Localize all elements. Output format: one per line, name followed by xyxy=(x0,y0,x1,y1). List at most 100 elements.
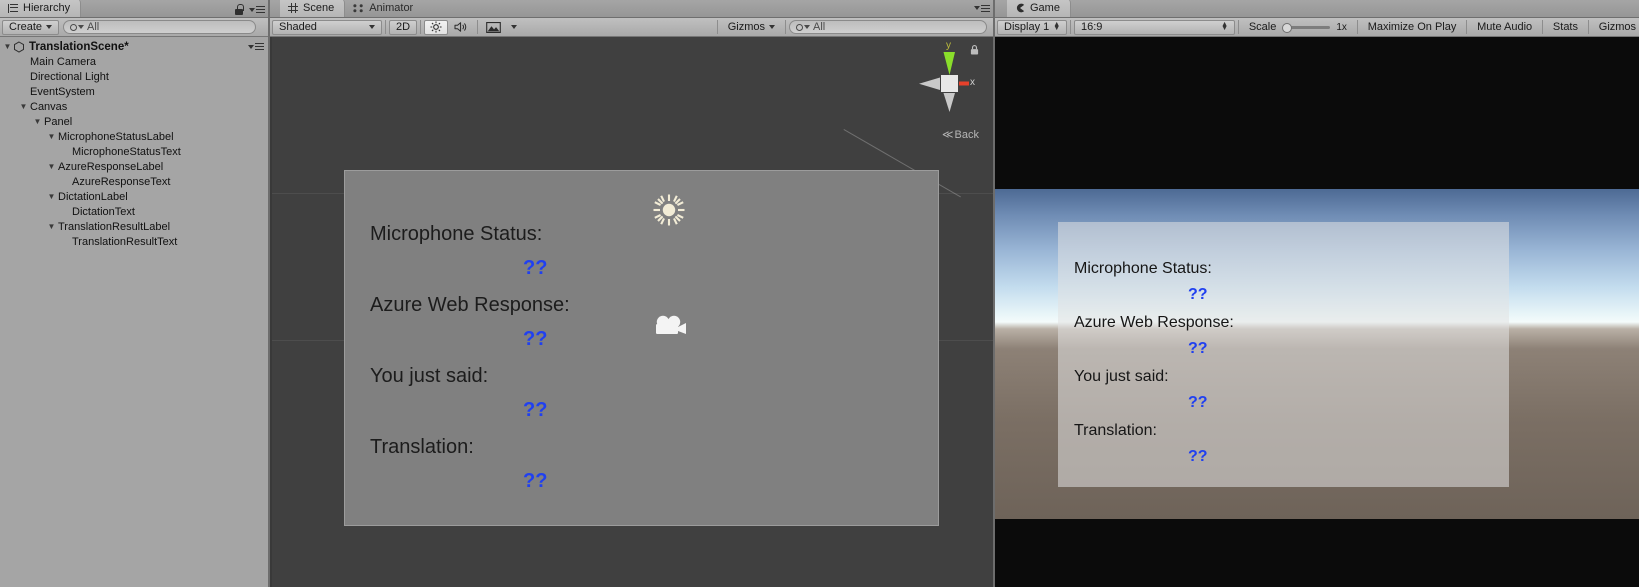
hierarchy-item-azureresponselabel[interactable]: ▼ AzureResponseLabel xyxy=(0,159,270,174)
chevron-down-icon xyxy=(769,25,775,29)
mute-audio-label: Mute Audio xyxy=(1477,21,1533,33)
stats-button[interactable]: Stats xyxy=(1546,20,1585,35)
scene-panel-row-value: ?? xyxy=(523,399,548,421)
hamburger-menu-icon[interactable] xyxy=(249,6,265,13)
directional-light-sun-icon[interactable] xyxy=(652,193,686,227)
scene-view-axis-gizmo[interactable]: y x ≪ Back xyxy=(907,40,983,141)
hierarchy-item-label: DictationLabel xyxy=(58,190,128,203)
hierarchy-item-label: Canvas xyxy=(30,100,68,113)
hierarchy-toolbar: Create All xyxy=(0,18,270,37)
aspect-label: 16:9 xyxy=(1080,21,1103,33)
chevron-down-icon[interactable]: ▼ xyxy=(32,117,43,126)
scene-panel-row-label: Translation: xyxy=(370,436,474,458)
tab-hierarchy[interactable]: Hierarchy xyxy=(0,0,82,17)
game-panel-row-value: ?? xyxy=(1188,286,1208,303)
scene-context-menu-icon[interactable] xyxy=(248,43,270,50)
image-effects-button[interactable] xyxy=(481,20,506,35)
game-gizmos-label: Gizmos xyxy=(1598,21,1637,33)
create-button-label: Create xyxy=(9,21,43,33)
mute-audio-button[interactable]: Mute Audio xyxy=(1470,20,1539,35)
stats-label: Stats xyxy=(1552,21,1578,33)
hierarchy-item-translationresulttext[interactable]: TranslationResultText xyxy=(0,234,270,249)
search-filter-chevron-icon xyxy=(804,25,810,29)
scene-panel-row-value: ?? xyxy=(523,328,548,350)
aspect-dropdown[interactable]: 16:9 ▲ ▼ xyxy=(1073,19,1236,35)
gizmo-view-label[interactable]: ≪ Back xyxy=(942,128,979,141)
hierarchy-item-canvas[interactable]: ▼ Canvas xyxy=(0,99,270,114)
search-filter-chevron-icon xyxy=(78,25,85,29)
game-panel-row-value: ?? xyxy=(1188,448,1208,465)
scene-panel-row-value: ?? xyxy=(523,257,548,279)
chevron-down-icon[interactable]: ▼ xyxy=(46,222,57,231)
game-panel-row-value: ?? xyxy=(1188,394,1208,411)
scene-search-input[interactable]: All xyxy=(789,20,987,34)
tab-hierarchy-label: Hierarchy xyxy=(23,2,71,14)
hierarchy-item-directional-light[interactable]: Directional Light xyxy=(0,69,270,84)
speaker-audio-icon xyxy=(454,21,468,33)
game-pacman-icon xyxy=(1015,3,1025,13)
game-panel-row-label: Microphone Status: xyxy=(1074,260,1212,277)
hierarchy-item-azureresponsetext[interactable]: AzureResponseText xyxy=(0,174,270,189)
search-icon xyxy=(796,23,803,31)
hierarchy-item-dictationlabel[interactable]: ▼ DictationLabel xyxy=(0,189,270,204)
tab-animator-label: Animator xyxy=(369,2,414,14)
chevron-down-icon[interactable]: ▼ xyxy=(18,102,29,111)
display-dropdown[interactable]: Display 1 ▲ ▼ xyxy=(997,19,1068,35)
hamburger-menu-icon[interactable] xyxy=(974,4,990,12)
toggle-lighting-button[interactable] xyxy=(424,19,449,35)
gizmo-view-name: Back xyxy=(954,129,979,141)
game-viewport[interactable]: Microphone Status:?? Azure Web Response:?… xyxy=(995,37,1639,587)
hierarchy-item-panel[interactable]: ▼ Panel xyxy=(0,114,270,129)
gizmo-x-label: x xyxy=(970,77,975,88)
create-button[interactable]: Create xyxy=(2,19,60,35)
chevron-down-icon[interactable]: ▼ xyxy=(46,162,57,171)
hierarchy-item-eventsystem[interactable]: EventSystem xyxy=(0,84,270,99)
tab-scene[interactable]: Scene xyxy=(280,0,346,17)
hierarchy-item-label: DictationText xyxy=(72,205,135,218)
toggle-2d-label: 2D xyxy=(396,21,411,33)
tab-scene-label: Scene xyxy=(303,2,335,14)
tab-game[interactable]: Game xyxy=(1007,0,1071,17)
hierarchy-item-label: TranslationResultText xyxy=(72,235,178,248)
shading-mode-dropdown[interactable]: Shaded xyxy=(272,19,382,35)
chevron-down-icon[interactable]: ▼ xyxy=(46,132,57,141)
scene-canvas-panel[interactable]: Microphone Status:?? Azure Web Response:?… xyxy=(344,170,939,526)
hierarchy-item-microphonestatuslabel[interactable]: ▼ MicrophoneStatusLabel xyxy=(0,129,270,144)
tab-animator[interactable]: Animator xyxy=(345,0,423,17)
lock-icon[interactable] xyxy=(234,4,244,15)
scale-slider[interactable]: Scale 1x xyxy=(1242,20,1354,35)
toggle-2d-button[interactable]: 2D xyxy=(389,19,418,35)
chevron-down-icon xyxy=(369,25,375,29)
toggle-audio-button[interactable] xyxy=(448,20,474,35)
gizmos-dropdown[interactable]: Gizmos xyxy=(721,20,782,35)
hierarchy-item-label: Directional Light xyxy=(30,70,109,83)
hierarchy-search-input[interactable]: All xyxy=(63,20,256,34)
image-effects-dropdown[interactable] xyxy=(506,20,522,35)
maximize-on-play-button[interactable]: Maximize On Play xyxy=(1361,20,1464,35)
scene-panel-row-value: ?? xyxy=(523,470,548,492)
scene-panel: Scene Animator Shaded 2D Gizmos All y x … xyxy=(270,0,995,587)
game-gizmos-button[interactable]: Gizmos xyxy=(1592,20,1637,35)
hierarchy-item-label: Main Camera xyxy=(30,55,97,68)
chevron-down-icon[interactable]: ▼ xyxy=(46,192,57,201)
scale-slider-track[interactable] xyxy=(1282,22,1331,33)
unity-editor-window: Hierarchy Create All ▼ TranslationScene*… xyxy=(0,0,1639,587)
image-effects-icon xyxy=(486,21,501,33)
scale-slider-thumb xyxy=(1282,22,1293,33)
hierarchy-item-translationresultlabel[interactable]: ▼ TranslationResultLabel xyxy=(0,219,270,234)
hierarchy-item-microphonestatustext[interactable]: MicrophoneStatusText xyxy=(0,144,270,159)
hierarchy-tabstrip: Hierarchy xyxy=(0,0,270,18)
scene-grid-icon xyxy=(288,3,298,13)
hierarchy-tree[interactable]: ▼ TranslationScene* Main Camera Direction… xyxy=(0,37,270,587)
scene-panel-row-label: Azure Web Response: xyxy=(370,294,570,316)
scene-toolbar: Shaded 2D Gizmos All xyxy=(270,18,995,37)
hierarchy-scene-root[interactable]: ▼ TranslationScene* xyxy=(0,39,270,54)
sun-lighting-icon xyxy=(430,21,442,33)
scene-viewport[interactable]: y x ≪ Back Microphone Status: ?? Azure W… xyxy=(272,37,995,587)
gizmos-label: Gizmos xyxy=(727,21,765,33)
hierarchy-item-dictationtext[interactable]: DictationText xyxy=(0,204,270,219)
chevron-down-icon[interactable]: ▼ xyxy=(2,42,13,51)
scene-tabstrip: Scene Animator xyxy=(270,0,995,18)
main-camera-icon[interactable] xyxy=(652,314,688,338)
hierarchy-item-main-camera[interactable]: Main Camera xyxy=(0,54,270,69)
